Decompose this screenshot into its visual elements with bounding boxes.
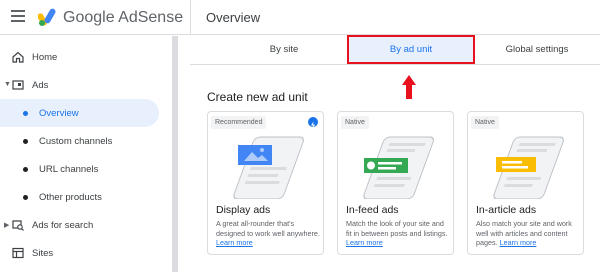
- top-bar: Google AdSense Overview: [0, 0, 600, 35]
- in-feed-ads-card[interactable]: Native In-feed ads Match the look of you…: [337, 111, 454, 255]
- sidebar-item-custom-channels[interactable]: Custom channels: [0, 127, 172, 155]
- tabs-divider: [190, 64, 600, 65]
- card-title: In-article ads: [476, 204, 537, 216]
- sidebar: Home ▼ Ads Overview Custom channels URL …: [0, 36, 172, 272]
- sidebar-item-home[interactable]: Home: [0, 43, 172, 71]
- sidebar-item-ads[interactable]: ▼ Ads: [0, 71, 172, 99]
- page-title: Overview: [206, 10, 261, 25]
- native-badge: Native: [341, 116, 369, 129]
- bullet-icon: [23, 167, 28, 172]
- app-title: Google AdSense: [63, 9, 184, 26]
- up-arrow-icon: [402, 75, 416, 99]
- bolt-icon: [308, 117, 318, 129]
- sidebar-item-url-channels[interactable]: URL channels: [0, 155, 172, 183]
- card-description-text: A great all-rounder that's designed to w…: [216, 219, 320, 238]
- card-description: Also match your site and work well with …: [476, 219, 580, 248]
- sidebar-item-other-products[interactable]: Other products: [0, 183, 172, 211]
- tab-by-site[interactable]: By site: [220, 36, 348, 64]
- adsense-logo-icon: [38, 8, 56, 26]
- ads-icon: [12, 80, 24, 90]
- learn-more-link[interactable]: Learn more: [216, 238, 253, 247]
- sidebar-scrollbar[interactable]: [172, 36, 178, 272]
- caret-down-icon: ▼: [4, 81, 11, 88]
- sidebar-item-label: Overview: [39, 108, 79, 119]
- sidebar-item-label: Ads for search: [32, 220, 94, 231]
- bullet-icon: [23, 139, 28, 144]
- card-description-text: Match the look of your site and fit in b…: [346, 219, 448, 238]
- sidebar-item-sites[interactable]: Sites: [0, 239, 172, 267]
- sidebar-item-label: Home: [32, 52, 58, 63]
- in-feed-ads-illustration: [363, 136, 434, 199]
- learn-more-link[interactable]: Learn more: [346, 238, 383, 247]
- sidebar-item-label: Ads: [32, 80, 49, 91]
- recommended-badge: Recommended: [211, 116, 267, 129]
- sites-icon: [12, 247, 24, 259]
- learn-more-link[interactable]: Learn more: [500, 238, 537, 247]
- home-icon: [12, 51, 24, 63]
- sidebar-item-label: Other products: [39, 192, 102, 203]
- sidebar-item-label: URL channels: [39, 164, 99, 175]
- card-description: A great all-rounder that's designed to w…: [216, 219, 320, 248]
- sidebar-item-ads-for-search[interactable]: ▶ Ads for search: [0, 211, 172, 239]
- highlight-box: [347, 35, 475, 64]
- header-divider: [190, 0, 191, 35]
- native-badge: Native: [471, 116, 499, 129]
- in-article-ads-illustration: [493, 136, 564, 199]
- in-article-ads-card[interactable]: Native In-article ads Also match your si…: [467, 111, 584, 255]
- sidebar-item-label: Sites: [32, 248, 54, 259]
- display-ads-illustration: [233, 136, 304, 199]
- sidebar-item-label: Custom channels: [39, 136, 113, 147]
- card-title: Display ads: [216, 204, 271, 216]
- section-title: Create new ad unit: [207, 90, 308, 104]
- card-description: Match the look of your site and fit in b…: [346, 219, 450, 248]
- bullet-icon: [23, 195, 28, 200]
- tab-global-settings[interactable]: Global settings: [474, 36, 600, 64]
- sidebar-item-overview[interactable]: Overview: [0, 99, 159, 127]
- display-ads-card[interactable]: Recommended Display ads A great all-roun…: [207, 111, 324, 255]
- bullet-icon: [23, 111, 28, 116]
- hamburger-menu-icon[interactable]: [11, 10, 25, 22]
- card-title: In-feed ads: [346, 204, 399, 216]
- search-ads-icon: [12, 220, 24, 231]
- caret-right-icon: ▶: [4, 222, 10, 229]
